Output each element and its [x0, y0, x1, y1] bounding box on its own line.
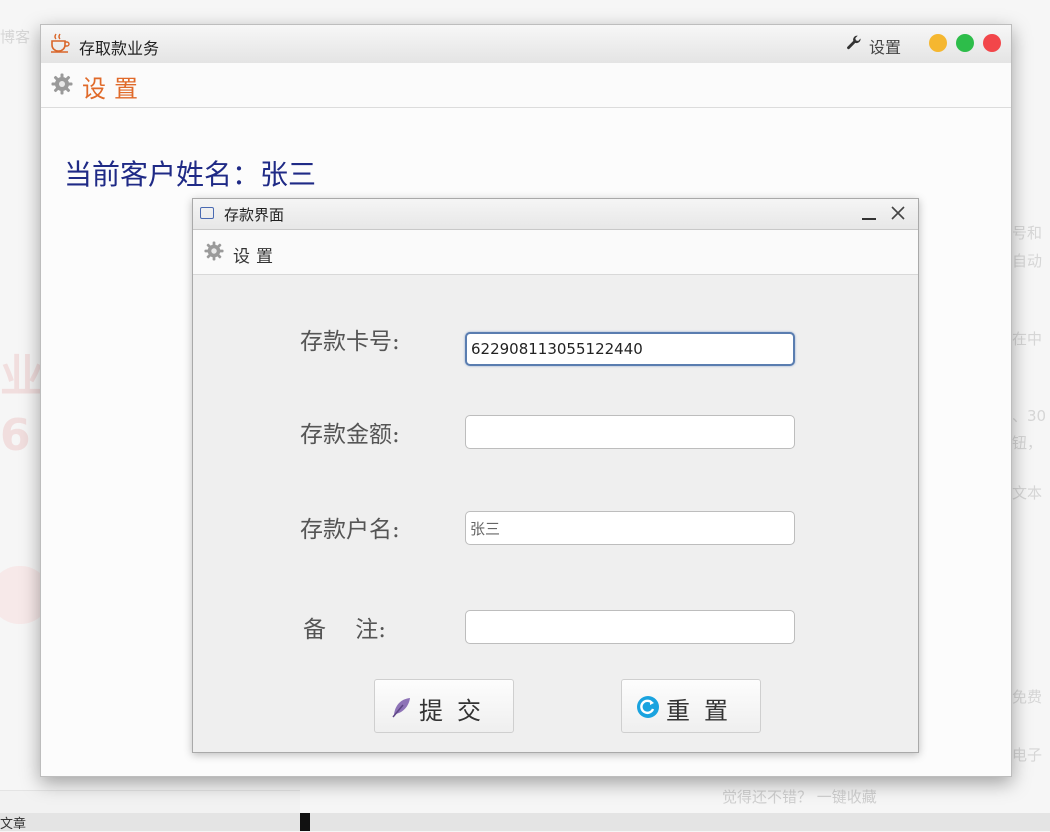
titlebar-settings-label[interactable]: 设置: [869, 34, 901, 58]
card-number-label: 存款卡号:: [300, 329, 400, 355]
amount-input[interactable]: [465, 415, 795, 449]
deposit-dialog-menubar: 设置: [193, 230, 918, 275]
bg-snippet: 免费: [1012, 688, 1043, 706]
bg-snippet: 自动: [1012, 252, 1043, 270]
remark-input[interactable]: [465, 610, 795, 644]
deposit-dialog-titlebar[interactable]: 存款界面: [193, 199, 918, 230]
bg-collect-text: 觉得还不错？ 一键收藏: [722, 788, 877, 806]
bg-bottom-bar: 文章: [0, 813, 1050, 832]
bg-snippet: 号和: [1012, 224, 1043, 242]
dialog-menu-settings[interactable]: 设置: [233, 242, 279, 267]
feather-icon: [392, 698, 410, 718]
window-icon: [200, 207, 214, 219]
coffee-cup-icon: [51, 33, 70, 53]
reset-button-label: 重置: [666, 697, 742, 725]
maximize-button[interactable]: [956, 34, 974, 52]
card-number-input[interactable]: [465, 332, 795, 366]
main-menubar: 设置: [41, 63, 1011, 108]
bg-article-label: 文章: [0, 817, 27, 832]
close-button[interactable]: [983, 34, 1001, 52]
reset-button[interactable]: 重置: [621, 679, 761, 733]
bg-snippet: 在中: [1012, 330, 1043, 348]
bg-snippet: 博客: [0, 28, 31, 46]
refresh-icon: [637, 696, 659, 718]
account-name-input[interactable]: [465, 511, 795, 545]
bg-snippet: 电子: [1012, 746, 1043, 764]
menu-settings[interactable]: 设置: [82, 69, 146, 104]
deposit-dialog-title: 存款界面: [224, 206, 285, 224]
bg-big-char: 业: [0, 351, 44, 402]
gear-icon: [204, 241, 224, 261]
bg-left-panel: [0, 790, 300, 815]
current-customer-label: 当前客户姓名：张三: [64, 158, 317, 191]
bg-snippet: 文本: [1012, 484, 1043, 502]
remark-label: 备 注:: [303, 617, 386, 643]
main-window-title: 存取款业务: [79, 39, 160, 58]
submit-button-label: 提交: [419, 697, 495, 725]
main-window: 存取款业务 设置 设置 当前客户姓名：张三 存款界面 设置 存款卡号: 6229…: [40, 24, 1012, 777]
amount-label: 存款金额:: [300, 422, 400, 448]
bg-big-char: 6: [0, 410, 31, 461]
main-window-titlebar[interactable]: 存取款业务 设置: [41, 25, 1011, 64]
deposit-dialog: 存款界面 设置 存款卡号: 622908113055122440 存款金额: 存…: [192, 198, 919, 753]
account-name-label: 存款户名:: [300, 517, 400, 543]
bg-snippet: 、30: [1012, 407, 1047, 425]
bg-snippet: 钮，: [1012, 434, 1043, 452]
minimize-button[interactable]: [929, 34, 947, 52]
gear-icon: [51, 73, 73, 95]
wrench-icon[interactable]: [846, 35, 862, 51]
minimize-icon[interactable]: [861, 206, 877, 222]
submit-button[interactable]: 提交: [374, 679, 514, 733]
bg-dark-block: [300, 813, 310, 831]
close-icon[interactable]: [889, 204, 907, 222]
